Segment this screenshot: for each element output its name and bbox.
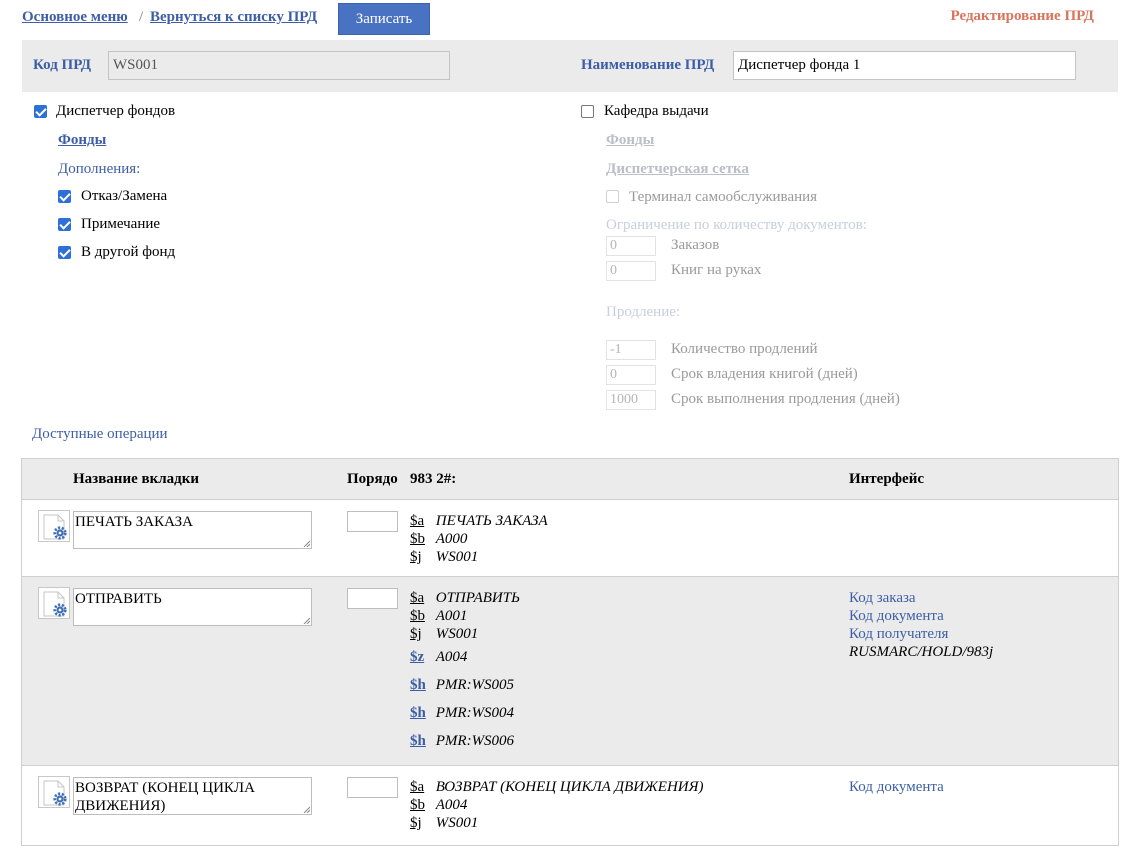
subfield-code: $j <box>410 549 422 565</box>
subfield-link[interactable]: $h <box>410 704 432 722</box>
subfield-code: $b <box>410 608 425 624</box>
order-field[interactable] <box>347 511 398 532</box>
renewal-label: Продление: <box>606 304 681 320</box>
subfield-code: $a <box>410 513 425 529</box>
settings-icon[interactable] <box>38 510 70 542</box>
tab-name-field[interactable]: ПЕЧАТЬ ЗАКАЗА <box>73 511 312 549</box>
tab-name-text: ПЕЧАТЬ ЗАКАЗА <box>75 514 193 530</box>
exec-days-label: Срок выполнения продления (дней) <box>671 391 900 407</box>
subfield-code: $j <box>410 815 422 831</box>
tab-name-field[interactable]: ОТПРАВИТЬ <box>73 588 312 626</box>
subfield-value: WS001 <box>435 815 479 831</box>
header-tab-name: Название вкладки <box>73 471 200 487</box>
main-menu-link[interactable]: Основное меню <box>22 9 128 26</box>
code-label: Код ПРД <box>33 57 92 73</box>
header-order: Порядо <box>347 471 398 487</box>
subfield-value: WS001 <box>435 549 479 565</box>
table-row: ПЕЧАТЬ ЗАКАЗА $a ПЕЧАТЬ ЗАКАЗА $b A000 $… <box>22 500 1118 577</box>
limit-label: Ограничение по количеству документов: <box>606 217 867 233</box>
interface-link-document-code[interactable]: Код документа <box>849 778 944 796</box>
subfield-link[interactable]: $z <box>410 648 432 666</box>
subfield-list: $a ОТПРАВИТЬ $b A001 $j WS001 $z A004 $h… <box>410 589 520 750</box>
header-interface: Интерфейс <box>849 471 925 487</box>
subfield-value: PMR:WS006 <box>435 733 515 749</box>
desk-label: Кафедра выдачи <box>604 103 709 119</box>
interface-link-document-code[interactable]: Код документа <box>849 607 993 625</box>
subfield-list: $a ВОЗВРАТ (КОНЕЦ ЦИКЛА ДВИЖЕНИЯ) $b A00… <box>410 778 703 832</box>
subfield-link[interactable]: $h <box>410 732 432 750</box>
back-to-list-link[interactable]: Вернуться к списку ПРД <box>150 9 317 26</box>
interface-link-recipient-code[interactable]: Код получателя <box>849 625 993 643</box>
interface-path: RUSMARC/HOLD/983j <box>849 644 994 660</box>
name-field[interactable] <box>733 51 1076 80</box>
interface-list: Код документа <box>849 778 944 796</box>
hold-days-label: Срок владения книгой (дней) <box>671 366 858 382</box>
dispatcher-label: Диспетчер фондов <box>56 103 176 119</box>
subfield-code: $a <box>410 779 425 795</box>
order-field[interactable] <box>347 588 398 609</box>
subfield-value: A001 <box>435 608 468 624</box>
terminal-checkbox <box>606 190 619 203</box>
tab-name-text: ОТПРАВИТЬ <box>75 591 162 607</box>
code-panel: Код ПРД Наименование ПРД <box>22 40 1118 92</box>
desk-funds-link: Фонды <box>606 132 655 148</box>
save-button[interactable]: Записать <box>338 3 430 35</box>
page-title: Редактирование ПРД <box>950 8 1094 24</box>
other-fund-checkbox[interactable] <box>58 246 71 259</box>
settings-icon[interactable] <box>38 776 70 808</box>
dispatch-grid-link: Диспетчерская сетка <box>606 161 749 177</box>
note-label: Примечание <box>81 216 161 232</box>
orders-field <box>606 236 656 256</box>
terminal-label: Терминал самообслуживания <box>629 189 818 205</box>
subfield-value: ОТПРАВИТЬ <box>435 590 520 606</box>
subfield-list: $a ПЕЧАТЬ ЗАКАЗА $b A000 $j WS001 <box>410 512 548 566</box>
renew-count-field <box>606 340 656 360</box>
subfield-value: A000 <box>435 531 468 547</box>
operations-table: Название вкладки Порядо 983 2#: Интерфей… <box>21 458 1119 846</box>
settings-icon[interactable] <box>38 587 70 619</box>
refusal-checkbox[interactable] <box>58 190 71 203</box>
subfield-value: A004 <box>435 797 468 813</box>
subfield-code: $b <box>410 531 425 547</box>
subfield-value: WS001 <box>435 626 479 642</box>
subfield-link[interactable]: $h <box>410 676 432 694</box>
nav-separator: / <box>139 9 144 25</box>
tab-name-text: ВОЗВРАТ (КОНЕЦ ЦИКЛА ДВИЖЕНИЯ) <box>75 780 255 814</box>
additions-label: Дополнения: <box>58 161 141 177</box>
table-header: Название вкладки Порядо 983 2#: Интерфей… <box>22 459 1118 500</box>
hold-days-field <box>606 365 656 385</box>
name-label: Наименование ПРД <box>581 57 715 73</box>
tab-name-field[interactable]: ВОЗВРАТ (КОНЕЦ ЦИКЛА ДВИЖЕНИЯ) <box>73 777 312 815</box>
books-field <box>606 261 656 281</box>
subfield-value: ПЕЧАТЬ ЗАКАЗА <box>435 513 548 529</box>
interface-link-order-code[interactable]: Код заказа <box>849 589 993 607</box>
subfield-code: $b <box>410 797 425 813</box>
interface-list: Код заказа Код документа Код получателя … <box>849 589 993 661</box>
desk-checkbox[interactable] <box>581 105 594 118</box>
funds-link[interactable]: Фонды <box>58 132 106 149</box>
refusal-label: Отказ/Замена <box>81 188 168 204</box>
order-field[interactable] <box>347 777 398 798</box>
books-label: Книг на руках <box>671 262 762 278</box>
dispatcher-checkbox[interactable] <box>34 105 47 118</box>
subfield-value: PMR:WS004 <box>435 705 515 721</box>
orders-label: Заказов <box>671 237 720 253</box>
code-field[interactable] <box>108 51 450 80</box>
table-row: ОТПРАВИТЬ $a ОТПРАВИТЬ $b A001 $j WS001 … <box>22 577 1118 766</box>
subfield-value: PMR:WS005 <box>435 677 515 693</box>
renew-count-label: Количество продлений <box>671 341 818 357</box>
subfield-code: $j <box>410 626 422 642</box>
subfield-code: $a <box>410 590 425 606</box>
header-field: 983 2#: <box>410 471 457 487</box>
other-fund-label: В другой фонд <box>81 244 176 260</box>
note-checkbox[interactable] <box>58 218 71 231</box>
operations-label: Доступные операции <box>32 426 168 442</box>
table-row: ВОЗВРАТ (КОНЕЦ ЦИКЛА ДВИЖЕНИЯ) $a ВОЗВРА… <box>22 766 1118 846</box>
subfield-value: A004 <box>435 649 468 665</box>
exec-days-field <box>606 390 656 410</box>
subfield-value: ВОЗВРАТ (КОНЕЦ ЦИКЛА ДВИЖЕНИЯ) <box>435 779 704 795</box>
